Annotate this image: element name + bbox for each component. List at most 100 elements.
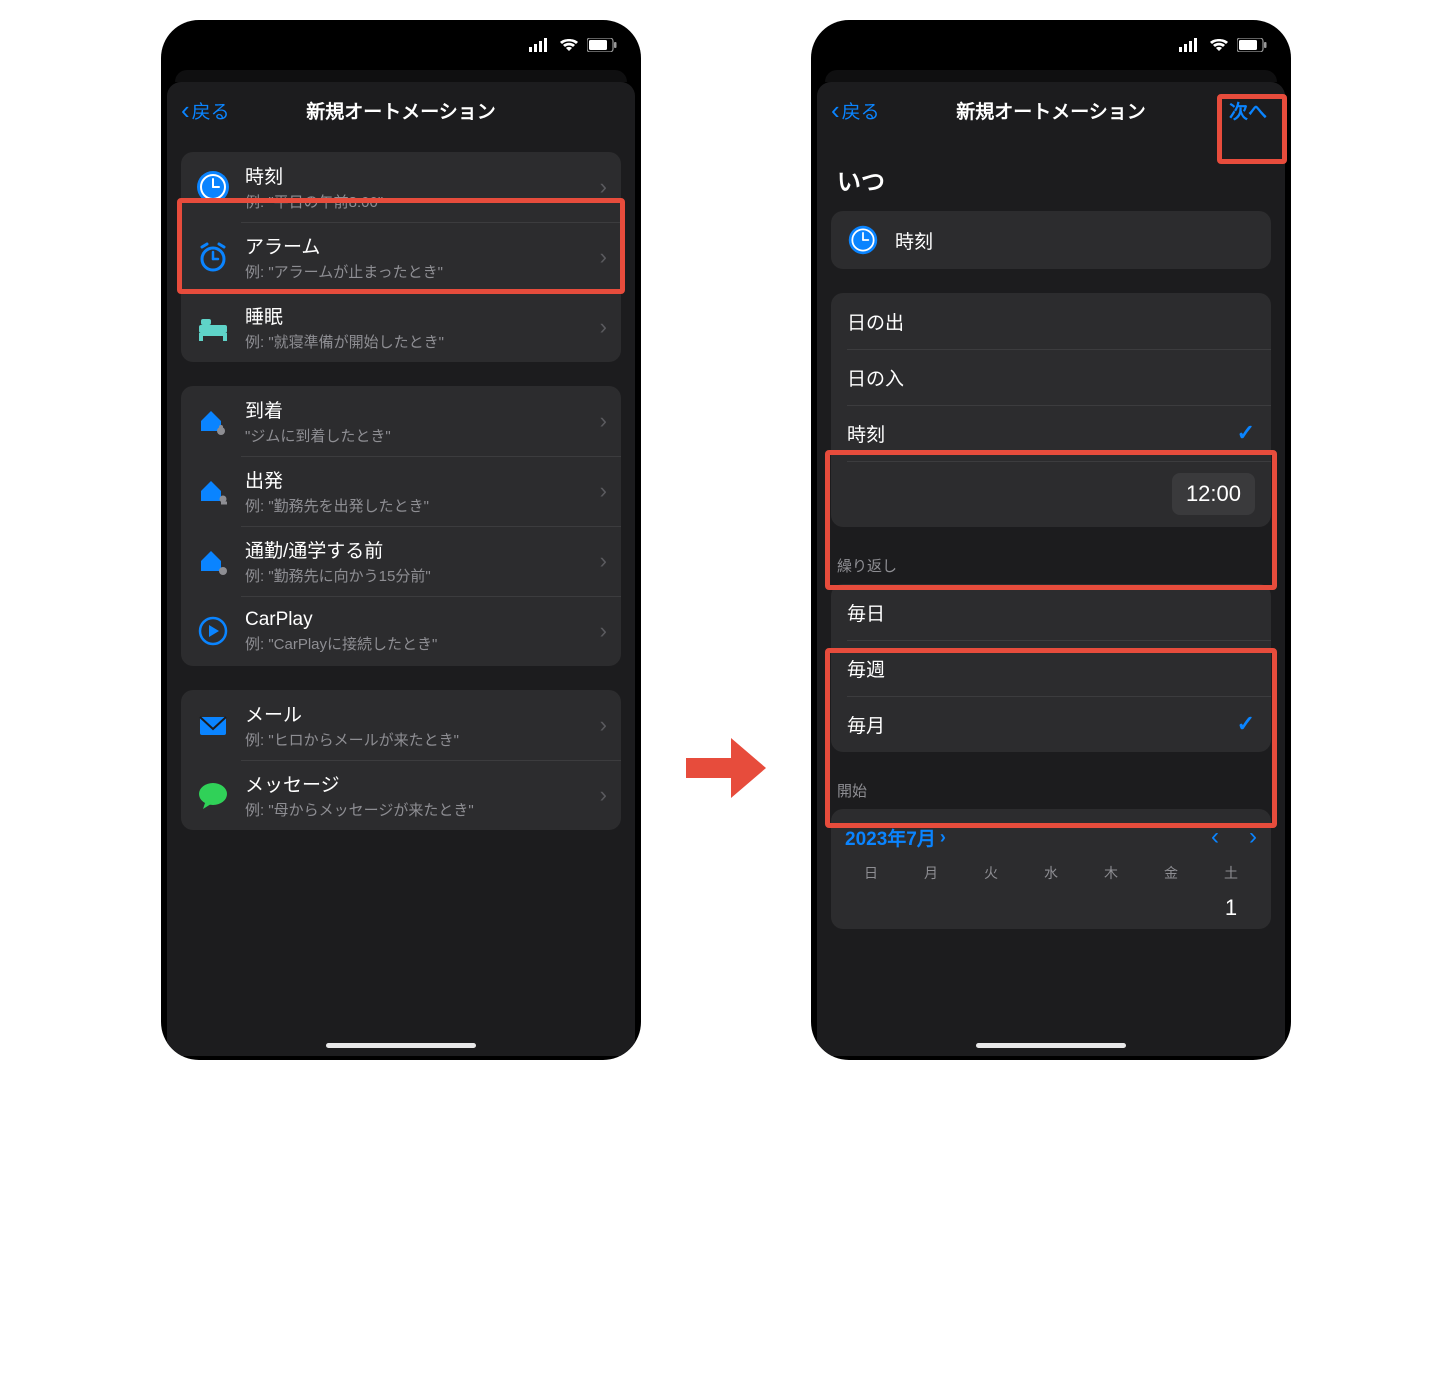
trigger-row-carplay[interactable]: CarPlay 例: "CarPlayに接続したとき" ›	[181, 596, 621, 666]
time-config: いつ 時刻 日の出 日の入 時刻	[817, 162, 1285, 949]
trigger-row-arrive[interactable]: 到着 "ジムに到着したとき" ›	[181, 386, 621, 456]
option-label: 時刻	[847, 420, 885, 447]
weekday-row: 日 月 火 水 木 金 土	[831, 857, 1271, 883]
chevron-right-icon: ›	[600, 408, 607, 434]
option-label: 毎日	[847, 599, 885, 626]
checkmark-icon: ✓	[1237, 711, 1255, 737]
sheet: ‹ 戻る 新規オートメーション 次へ いつ 時刻 日の出	[817, 82, 1285, 1056]
trigger-title: 通勤/通学する前	[245, 536, 586, 563]
weekday-label: 金	[1141, 863, 1201, 883]
home-leave-icon	[195, 473, 231, 509]
chevron-right-icon: ›	[600, 478, 607, 504]
mail-icon	[195, 707, 231, 743]
trigger-row-leave[interactable]: 出発 例: "勤務先を出発したとき" ›	[181, 456, 621, 526]
prev-month-button[interactable]: ‹	[1211, 823, 1219, 851]
trigger-row-commute[interactable]: 通勤/通学する前 例: "勤務先に向かう15分前" ›	[181, 526, 621, 596]
time-header-card: 時刻	[831, 211, 1271, 269]
chevron-right-icon: ›	[600, 548, 607, 574]
trigger-subtitle: 例: "平日の午前8:00"	[245, 191, 586, 212]
time-header-row: 時刻	[831, 211, 1271, 269]
calendar-grid[interactable]: 1	[831, 883, 1271, 929]
calendar-header: 2023年7月 › ‹ ›	[831, 809, 1271, 857]
weekday-label: 木	[1081, 863, 1141, 883]
option-time-of-day[interactable]: 時刻 ✓	[831, 405, 1271, 461]
trigger-subtitle: 例: "母からメッセージが来たとき"	[245, 799, 586, 820]
cellular-icon	[1179, 38, 1201, 52]
nav-title: 新規オートメーション	[817, 97, 1285, 124]
cellular-icon	[529, 38, 551, 52]
back-label: 戻る	[192, 97, 230, 124]
chevron-right-icon: ›	[600, 618, 607, 644]
chevron-right-icon: ›	[940, 827, 946, 848]
nav-title: 新規オートメーション	[167, 97, 635, 124]
weekday-label: 火	[961, 863, 1021, 883]
trigger-title: メール	[245, 700, 586, 727]
trigger-row-message[interactable]: メッセージ 例: "母からメッセージが来たとき" ›	[181, 760, 621, 830]
option-sunset[interactable]: 日の入	[831, 349, 1271, 405]
trigger-subtitle: 例: "ヒロからメールが来たとき"	[245, 729, 586, 750]
sheet: ‹ 戻る 新規オートメーション 時刻 例: "平日の午前8:00" ›	[167, 82, 635, 1056]
nav-bar: ‹ 戻る 新規オートメーション 次へ	[817, 82, 1285, 138]
next-button[interactable]: 次へ	[1219, 91, 1277, 130]
chevron-right-icon: ›	[600, 782, 607, 808]
arrow-right-icon	[681, 723, 771, 818]
month-picker-button[interactable]: 2023年7月 ›	[845, 824, 946, 851]
sun-time-group: 日の出 日の入 時刻 ✓ 12:00	[831, 293, 1271, 527]
start-header: 開始	[837, 780, 1265, 801]
trigger-row-alarm[interactable]: アラーム 例: "アラームが止まったとき" ›	[181, 222, 621, 292]
time-header-label: 時刻	[895, 227, 933, 254]
chevron-right-icon: ›	[600, 712, 607, 738]
home-arrive-icon	[195, 403, 231, 439]
option-label: 毎週	[847, 655, 885, 682]
bed-icon	[195, 309, 231, 345]
carplay-icon	[195, 613, 231, 649]
trigger-subtitle: "ジムに到着したとき"	[245, 425, 586, 446]
option-sunrise[interactable]: 日の出	[831, 293, 1271, 349]
phone-left: ‹ 戻る 新規オートメーション 時刻 例: "平日の午前8:00" ›	[161, 20, 641, 1060]
trigger-title: CarPlay	[245, 609, 586, 631]
trigger-subtitle: 例: "勤務先を出発したとき"	[245, 495, 586, 516]
status-bar	[811, 20, 1291, 70]
trigger-title: 出発	[245, 466, 586, 493]
phone-right: ‹ 戻る 新規オートメーション 次へ いつ 時刻 日の出	[811, 20, 1291, 1060]
option-label: 日の出	[847, 308, 904, 335]
back-button[interactable]: ‹ 戻る	[175, 93, 236, 128]
trigger-row-mail[interactable]: メール 例: "ヒロからメールが来たとき" ›	[181, 690, 621, 760]
time-picker-row: 12:00	[831, 461, 1271, 527]
month-label: 2023年7月	[845, 824, 936, 851]
checkmark-icon: ✓	[1237, 420, 1255, 446]
trigger-row-sleep[interactable]: 睡眠 例: "就寝準備が開始したとき" ›	[181, 292, 621, 362]
trigger-group-time: 時刻 例: "平日の午前8:00" › アラーム 例: "アラームが止まったとき…	[181, 152, 621, 362]
next-month-button[interactable]: ›	[1249, 823, 1257, 851]
option-label: 日の入	[847, 364, 904, 391]
home-indicator[interactable]	[326, 1043, 476, 1048]
wifi-icon	[559, 38, 579, 52]
trigger-group-location: 到着 "ジムに到着したとき" › 出発 例: "勤務先を出発したとき" ›	[181, 386, 621, 666]
time-value-button[interactable]: 12:00	[1172, 473, 1255, 515]
trigger-subtitle: 例: "勤務先に向かう15分前"	[245, 565, 586, 586]
trigger-group-comm: メール 例: "ヒロからメールが来たとき" › メッセージ 例: "母からメッセ…	[181, 690, 621, 830]
trigger-title: アラーム	[245, 232, 586, 259]
repeat-weekly[interactable]: 毎週	[831, 640, 1271, 696]
background-sheet-peek	[825, 70, 1277, 82]
status-bar	[161, 20, 641, 70]
trigger-title: 睡眠	[245, 302, 586, 329]
message-icon	[195, 777, 231, 813]
alarm-icon	[195, 239, 231, 275]
calendar-card: 2023年7月 › ‹ › 日 月 火 水 木 金 土	[831, 809, 1271, 929]
back-label: 戻る	[842, 97, 880, 124]
wifi-icon	[1209, 38, 1229, 52]
trigger-subtitle: 例: "CarPlayに接続したとき"	[245, 633, 586, 654]
repeat-daily[interactable]: 毎日	[831, 584, 1271, 640]
chevron-right-icon: ›	[600, 174, 607, 200]
trigger-row-time[interactable]: 時刻 例: "平日の午前8:00" ›	[181, 152, 621, 222]
repeat-monthly[interactable]: 毎月 ✓	[831, 696, 1271, 752]
weekday-label: 月	[901, 863, 961, 883]
nav-bar: ‹ 戻る 新規オートメーション	[167, 82, 635, 138]
back-button[interactable]: ‹ 戻る	[825, 93, 886, 128]
trigger-subtitle: 例: "就寝準備が開始したとき"	[245, 331, 586, 352]
trigger-list: 時刻 例: "平日の午前8:00" › アラーム 例: "アラームが止まったとき…	[167, 152, 635, 850]
repeat-header: 繰り返し	[837, 555, 1265, 576]
home-indicator[interactable]	[976, 1043, 1126, 1048]
calendar-day[interactable]: 1	[1201, 887, 1261, 929]
